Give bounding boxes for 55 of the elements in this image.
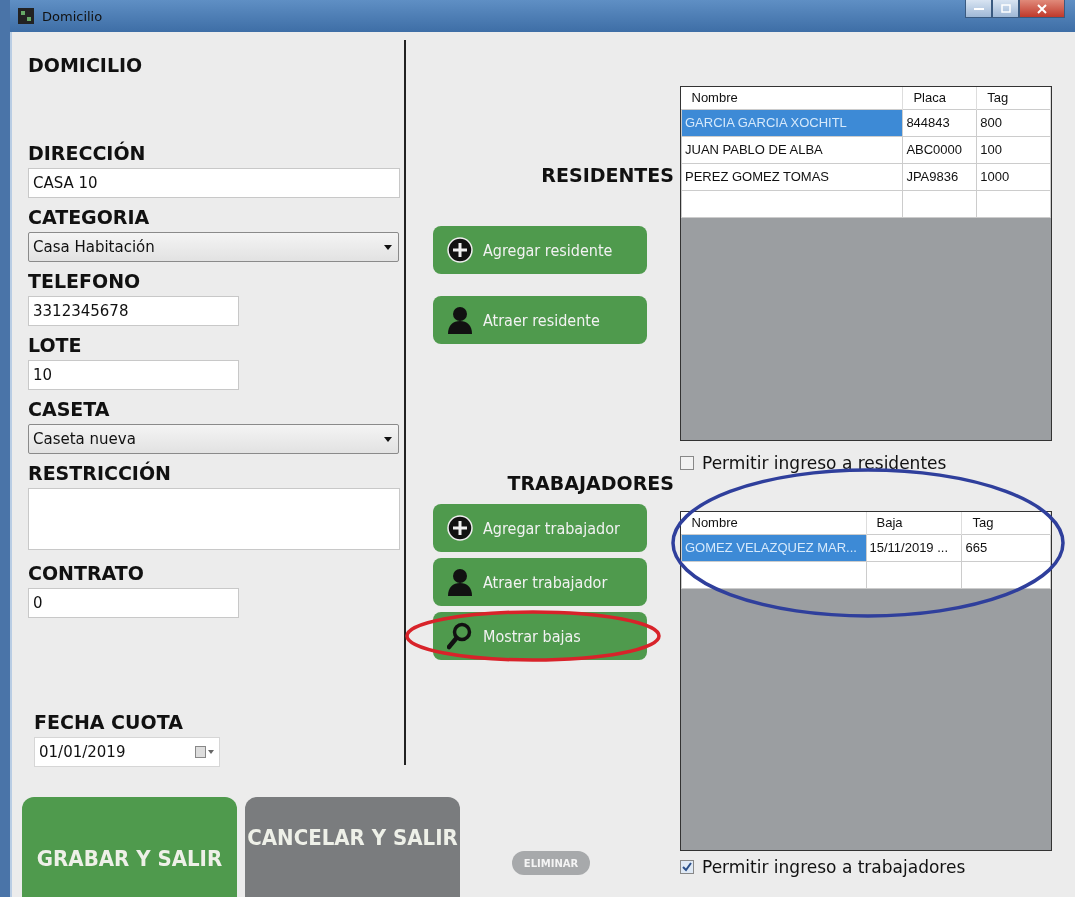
table-cell[interactable]: JUAN PABLO DE ALBA <box>681 136 903 163</box>
section-heading: RESIDENTES <box>540 164 675 186</box>
checkbox[interactable] <box>680 456 694 470</box>
table-cell[interactable]: PEREZ GOMEZ TOMAS <box>681 163 903 190</box>
text-field[interactable]: 0 <box>28 588 239 618</box>
search-icon <box>447 622 473 650</box>
table-cell[interactable]: 100 <box>976 136 1051 163</box>
text-field[interactable]: 10 <box>28 360 239 390</box>
plus-circle-icon <box>447 515 473 541</box>
table-cell[interactable]: ABC0000 <box>902 136 977 163</box>
check-icon <box>682 862 692 872</box>
column-header[interactable]: Nombre <box>681 512 866 534</box>
table-cell[interactable]: JPA9836 <box>902 163 977 190</box>
maximize-icon <box>1000 4 1011 13</box>
table-cell[interactable]: 665 <box>961 534 1051 561</box>
dropdown[interactable]: Casa Habitación <box>28 232 399 262</box>
app-icon <box>18 8 34 24</box>
minimize-button[interactable] <box>965 0 992 18</box>
section-heading: TRABAJADORES <box>506 472 675 494</box>
column-header[interactable]: Baja <box>866 512 962 534</box>
person-icon <box>447 306 473 334</box>
field-label: DIRECCIÓN <box>28 142 147 164</box>
text-field[interactable]: CASA 10 <box>28 168 400 198</box>
section-heading: DOMICILIO <box>28 54 144 76</box>
checkbox-label[interactable]: Permitir ingreso a trabajadores <box>680 857 1052 877</box>
checkbox-label[interactable]: Permitir ingreso a residentes <box>680 453 1052 473</box>
dropdown-arrow-icon <box>384 244 392 250</box>
field-label: LOTE <box>28 334 83 356</box>
table-cell[interactable]: 800 <box>976 109 1051 136</box>
date-picker[interactable]: 01/01/2019 <box>34 737 220 767</box>
table-cell[interactable]: 15/11/2019 ... <box>866 534 962 561</box>
table-cell[interactable]: 844843 <box>902 109 977 136</box>
field-label: CONTRATO <box>28 562 145 584</box>
dropdown-arrow-icon <box>384 436 392 442</box>
maximize-button[interactable] <box>992 0 1019 18</box>
column-header[interactable]: Placa <box>902 87 977 109</box>
plus-circle-icon <box>447 237 473 263</box>
field-label: FECHA CUOTA <box>34 711 184 733</box>
checkbox[interactable] <box>680 860 694 874</box>
column-header[interactable]: Tag <box>961 512 1051 534</box>
cancel-button[interactable]: CANCELAR Y SALIR <box>245 797 460 897</box>
close-button[interactable] <box>1019 0 1065 18</box>
calendar-icon <box>195 746 215 758</box>
field-label: TELEFONO <box>28 270 142 292</box>
person-icon <box>447 568 473 596</box>
close-icon <box>1037 3 1047 14</box>
field-label: CASETA <box>28 398 111 420</box>
table-cell[interactable]: 1000 <box>976 163 1051 190</box>
window-title: Domicilio <box>42 8 103 24</box>
column-header[interactable]: Tag <box>976 87 1051 109</box>
column-header[interactable]: Nombre <box>681 87 903 109</box>
dropdown[interactable]: Caseta nueva <box>28 424 399 454</box>
field-label: CATEGORIA <box>28 206 151 228</box>
text-field[interactable]: 3312345678 <box>28 296 239 326</box>
field-label: RESTRICCIÓN <box>28 462 172 484</box>
